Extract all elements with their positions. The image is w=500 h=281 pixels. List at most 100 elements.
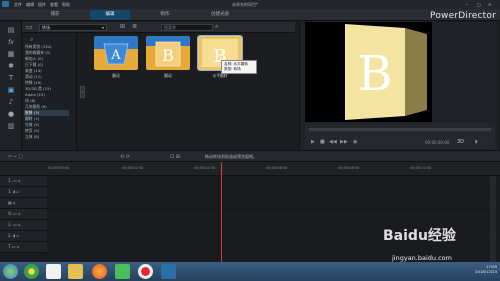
tree-item[interactable]: Alpha (15) (25, 92, 45, 97)
tab-produce[interactable]: 制作 (150, 10, 180, 20)
time-ruler[interactable]: 00:00:00:00 00:00:02:00 00:00:04:00 00:0… (0, 162, 500, 176)
track-lane[interactable] (47, 176, 490, 187)
powerdirector-icon[interactable] (161, 264, 176, 279)
preview-letter: B (357, 46, 392, 102)
tool-icon[interactable]: ⟲ ⟳ (120, 154, 130, 160)
menu-view[interactable]: 查看 (50, 2, 58, 8)
chapter-room-icon[interactable]: ▥ (6, 122, 16, 131)
search-placeholder: 搜索库 (164, 25, 176, 30)
clock-date: 2018/12/23 (475, 269, 497, 274)
import-icon[interactable]: ▭ (26, 23, 33, 31)
library-toolbar: ▭ 转场 ▾ ⊞ ≣ 搜索库 ⌕ (22, 22, 295, 33)
category-value: 转场 (42, 25, 50, 30)
tool-icon[interactable]: ⊡ ⊞ (170, 154, 180, 160)
category-select[interactable]: 转场 ▾ (39, 24, 107, 31)
mode-bar: 捕获 编辑 制作 创建光盘 (0, 9, 500, 21)
track-lane[interactable] (47, 187, 490, 198)
track-label: 1. (8, 178, 12, 183)
timeline-tracks: 1. ▭ ⌂ 1. ◗ ⌂ ▦ ⌂ fx ▭ ⌂ 2. ▭ ⌂ 2. ◗ ⌂ T… (0, 176, 500, 262)
track-lane[interactable] (47, 198, 490, 209)
snapshot-icon[interactable]: ◉ (353, 139, 357, 145)
track-header[interactable]: 1. ◗ ⌂ (0, 187, 47, 198)
play-icon[interactable]: ▶ (311, 139, 315, 145)
category-tree: ⌕ 所有类别 (134) 我的收藏夹 (0) 新加入 (0) 已下载 (0) 渐… (22, 33, 77, 150)
ruler-time: 00:00:02:00 (122, 166, 144, 170)
particle-room-icon[interactable]: ✱ (6, 62, 16, 71)
cube-preview: B (345, 24, 427, 120)
record-icon[interactable] (138, 264, 153, 279)
track-label: 1. (8, 189, 12, 194)
track-lane[interactable] (47, 209, 490, 220)
menu-plugins[interactable]: 插件 (38, 2, 46, 8)
transition-thumbnail[interactable]: B (146, 36, 190, 70)
media-icon[interactable] (115, 264, 130, 279)
chrome-icon[interactable] (24, 264, 39, 279)
maximize-button[interactable]: □ (477, 2, 481, 7)
track-header[interactable]: 2. ◗ ⌂ (0, 231, 47, 242)
track-label: fx (8, 211, 12, 216)
search-input[interactable]: 搜索库 (161, 24, 213, 31)
stop-icon[interactable]: ■ (320, 139, 325, 145)
mouse-cursor-icon: ➚ (218, 57, 224, 64)
firefox-icon[interactable] (92, 264, 107, 279)
prev-frame-icon[interactable]: ◀◀ (329, 139, 337, 145)
minimize-button[interactable]: – (466, 2, 468, 7)
voice-room-icon[interactable]: ● (6, 110, 16, 119)
thumb-letter: B (162, 46, 174, 65)
title-room-icon[interactable]: T (6, 74, 16, 83)
ruler-time: 00:00:04:00 (194, 166, 216, 170)
tab-edit[interactable]: 编辑 (90, 10, 130, 20)
thumb-letter: A (110, 48, 121, 63)
thumb-label: 翻动 (112, 73, 120, 78)
room-toolbar: ▤ fx ▦ ✱ T ▣ ♪ ● ▥ (0, 22, 22, 150)
track-label: T (8, 244, 11, 249)
folder-icon[interactable] (68, 264, 83, 279)
app-logo-icon (2, 1, 9, 7)
list-view-icon[interactable]: ≣ (132, 23, 137, 30)
volume-icon[interactable]: ◗ (475, 139, 478, 145)
timecode: 00:00:00:00 (425, 140, 450, 145)
track-header[interactable]: 1. ▭ ⌂ (0, 176, 47, 187)
thumb-label: 翻动 (164, 73, 172, 78)
title-bar: 文件 编辑 插件 查看 帮助 未命名的项目* – □ ✕ (0, 0, 500, 9)
track-header[interactable]: ▦ ⌂ (0, 198, 47, 209)
mode-3d-badge[interactable]: 3D (457, 139, 464, 145)
pip-room-icon[interactable]: ▦ (6, 50, 16, 59)
fx-room-icon[interactable]: fx (6, 38, 16, 47)
timeline-scrollbar[interactable] (490, 176, 496, 262)
tooltip-type: 类型: 转场 (224, 67, 241, 71)
window-title: 未命名的项目* (232, 2, 258, 7)
search-icon[interactable]: ⌕ (215, 23, 218, 31)
audio-room-icon[interactable]: ♪ (6, 98, 16, 107)
track-header[interactable]: 2. ▭ ⌂ (0, 220, 47, 231)
track-header[interactable]: T ▭ ⌂ (0, 242, 47, 253)
ruler-time: 00:00:00:00 (48, 166, 70, 170)
media-room-icon[interactable]: ▤ (6, 26, 16, 35)
collapse-panel-button[interactable]: ‹ (80, 86, 85, 98)
playhead[interactable] (221, 162, 222, 262)
chevron-down-icon: ▾ (101, 25, 104, 30)
scrub-bar[interactable] (309, 128, 491, 131)
explorer-icon[interactable] (46, 264, 61, 279)
transition-thumbnail[interactable]: A (94, 36, 138, 70)
filter-icon[interactable]: ⌕ (30, 36, 33, 44)
grid-view-icon[interactable]: ⊞ (120, 23, 125, 30)
tree-item[interactable]: 立体 (8) (25, 134, 39, 140)
baidu-watermark: Baidu经验 (383, 228, 456, 244)
close-button[interactable]: ✕ (488, 2, 491, 7)
brand-logo: PowerDirector (430, 11, 496, 21)
transition-room-icon[interactable]: ▣ (6, 86, 16, 95)
next-frame-icon[interactable]: ▶▶ (340, 139, 348, 145)
preview-viewer: B (305, 22, 432, 122)
tool-icon[interactable]: ✂ ⌁ ▢ (8, 154, 23, 160)
watermark-url: jingyan.baidu.com (392, 254, 452, 262)
menu-help[interactable]: 帮助 (62, 2, 70, 8)
menu-file[interactable]: 文件 (14, 2, 22, 8)
tab-create-disc[interactable]: 创建光盘 (200, 10, 240, 20)
track-header[interactable]: fx ▭ ⌂ (0, 209, 47, 220)
start-icon[interactable] (3, 264, 18, 279)
tab-capture[interactable]: 捕获 (40, 10, 70, 20)
menu-edit[interactable]: 编辑 (26, 2, 34, 8)
ruler-time: 00:00:06:00 (266, 166, 288, 170)
thumbnail-tooltip: 名称: 水平翻转 类型: 转场 (221, 60, 257, 74)
